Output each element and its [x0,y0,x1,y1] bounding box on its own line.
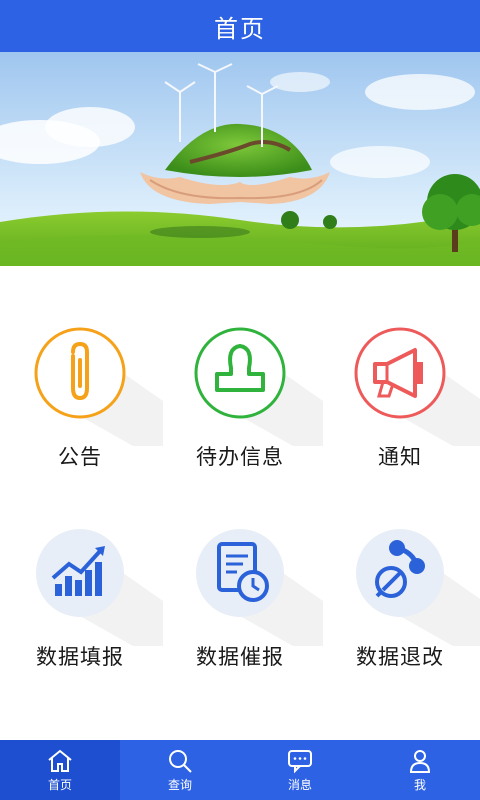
banner-image [0,52,480,266]
tab-messages[interactable]: 消息 [240,740,360,800]
hero-banner [0,52,480,266]
home-icon [48,749,72,772]
pen-edit-icon [353,526,480,646]
paperclip-icon [33,326,163,446]
tab-label: 查询 [167,777,192,792]
message-icon [288,749,312,773]
grid-item-notice[interactable]: 公告 [0,266,163,469]
bottom-tab-bar: 首页 查询 消息 我 [0,740,480,800]
grid-item-todo[interactable]: 待办信息 [160,266,323,469]
tab-label: 我 [413,777,426,792]
tab-me[interactable]: 我 [360,740,480,800]
chart-growth-icon [33,526,163,646]
tab-home[interactable]: 首页 [0,740,120,800]
grid-item-label: 数据填报 [36,645,124,669]
search-icon [169,749,192,773]
user-icon [409,749,431,773]
grid-item-data-fill[interactable]: 数据填报 [0,466,163,669]
grid-item-data-urge[interactable]: 数据催报 [160,466,323,669]
tab-label: 首页 [47,777,72,792]
feature-grid: 公告 待办信息 通知 数据填报 数据催报 数据退改 [0,266,480,740]
page-title: 首页 [214,14,266,43]
document-clock-icon [193,526,323,646]
app-header: 首页 [0,0,480,52]
grid-item-label: 数据催报 [196,645,284,669]
stamp-icon [193,326,323,446]
grid-item-label: 数据退改 [356,645,444,669]
tab-label: 消息 [287,777,312,792]
megaphone-icon [353,326,480,446]
grid-item-notification[interactable]: 通知 [320,266,480,469]
grid-item-data-revise[interactable]: 数据退改 [320,466,480,669]
tab-search[interactable]: 查询 [120,740,240,800]
